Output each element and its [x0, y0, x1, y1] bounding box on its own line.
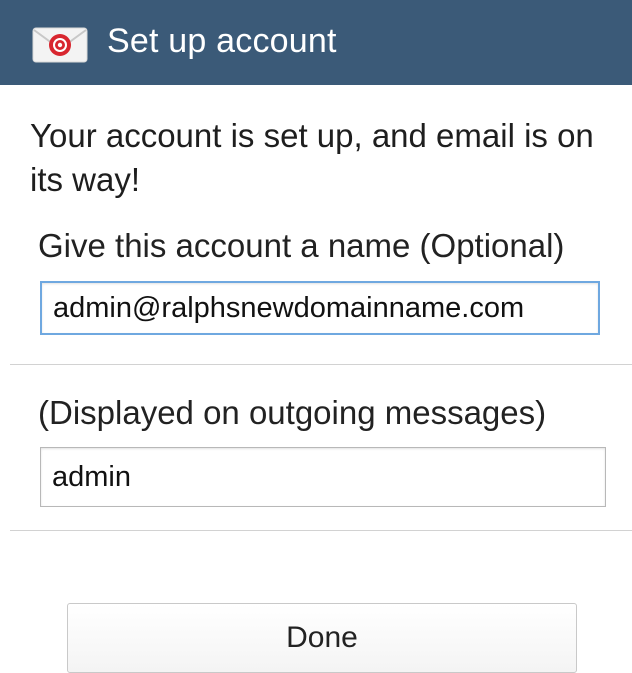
divider	[10, 530, 632, 531]
done-button[interactable]: Done	[67, 603, 577, 673]
page-title: Set up account	[107, 22, 337, 60]
display-name-label: (Displayed on outgoing messages)	[38, 394, 547, 431]
account-name-field[interactable]	[40, 281, 600, 335]
email-app-icon	[32, 27, 88, 63]
divider	[10, 364, 632, 365]
account-name-label: Give this account a name (Optional)	[38, 227, 565, 264]
display-name-field[interactable]	[40, 447, 606, 507]
setup-complete-message: Your account is set up, and email is on …	[30, 117, 594, 198]
title-bar: Set up account	[0, 0, 632, 85]
